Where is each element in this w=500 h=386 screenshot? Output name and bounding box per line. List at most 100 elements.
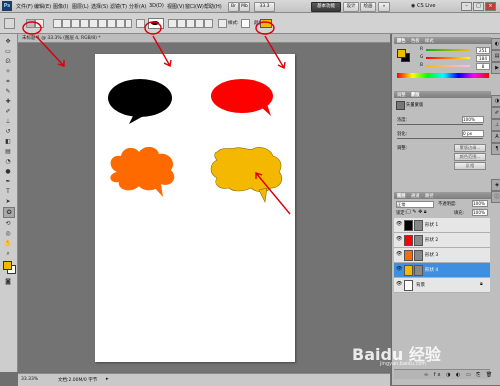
dock-icon-3d[interactable]: ◈ <box>491 179 500 191</box>
color-panel-fg-swatch[interactable] <box>397 49 406 58</box>
menu-view[interactable]: 视图(V) <box>167 3 184 10</box>
clone-stamp-icon[interactable]: ⊥ <box>3 117 13 126</box>
tab-swatches[interactable]: 色板 <box>411 38 420 44</box>
channel-g-value[interactable]: 184 <box>476 55 490 62</box>
workspace-more-button[interactable]: » <box>378 2 390 12</box>
black-speech-bubble[interactable] <box>108 79 172 124</box>
line-tool-button[interactable] <box>107 19 116 28</box>
layer-row[interactable]: 👁︎ 形状 2 <box>394 233 490 248</box>
polygon-tool-button[interactable] <box>98 19 107 28</box>
dock-icon-brush[interactable]: ✐ <box>491 107 500 119</box>
dock-icon-paragraph[interactable]: ¶ <box>491 143 500 155</box>
quick-mask-icon[interactable]: ◙ <box>3 277 13 286</box>
blend-mode-select[interactable]: 正常 <box>396 201 434 208</box>
dock-icon-clone[interactable]: ⊥ <box>491 119 500 131</box>
eraser-tool-icon[interactable]: ◧ <box>3 137 13 146</box>
tab-adjustments[interactable]: 调整 <box>397 92 406 98</box>
layer-row[interactable]: 👁︎ 背景 🔒︎ <box>394 278 490 293</box>
menu-select[interactable]: 选择(S) <box>91 3 108 10</box>
shape-layers-button[interactable] <box>26 19 35 28</box>
minimize-button[interactable]: – <box>461 2 472 11</box>
link-layer-style-button[interactable] <box>218 19 227 28</box>
eye-icon[interactable]: 👁︎ <box>396 252 402 257</box>
eye-icon[interactable]: 👁︎ <box>396 222 402 227</box>
tool-preset-picker[interactable] <box>4 18 15 29</box>
tab-layers[interactable]: 图层 <box>397 193 406 199</box>
move-tool-icon[interactable]: ✥ <box>3 37 13 46</box>
intersect-shape-button[interactable] <box>195 19 204 28</box>
channel-r-value[interactable]: 251 <box>476 47 490 54</box>
feather-value[interactable]: 0 px <box>462 130 484 137</box>
menu-filter[interactable]: 滤镜(T) <box>110 3 127 10</box>
dodge-tool-icon[interactable]: ● <box>3 167 13 176</box>
exclude-shape-button[interactable] <box>204 19 213 28</box>
style-picker[interactable] <box>241 19 250 28</box>
subtract-shape-button[interactable] <box>186 19 195 28</box>
tab-masks[interactable]: 蒙版 <box>411 92 420 98</box>
paths-button[interactable] <box>35 19 44 28</box>
document-canvas[interactable] <box>95 54 295 362</box>
eyedropper-tool-icon[interactable]: ✎ <box>3 87 13 96</box>
crop-tool-icon[interactable]: ⌗ <box>3 77 13 86</box>
menu-layer[interactable]: 图层(L) <box>72 3 89 10</box>
freeform-pen-button[interactable] <box>62 19 71 28</box>
cs-live-button[interactable]: ◉ CS Live <box>411 3 435 9</box>
channel-b-slider[interactable] <box>426 65 470 67</box>
layer-actions-icons[interactable]: ∞ fx ◑ ◐ ▭ ⎘ 🗑︎ <box>424 372 494 378</box>
channel-r-slider[interactable] <box>426 49 470 51</box>
type-tool-icon[interactable]: T <box>3 187 13 196</box>
new-layer-mode-button[interactable] <box>168 19 177 28</box>
menu-analysis[interactable]: 分析(A) <box>129 3 146 10</box>
geometry-options-dropdown[interactable] <box>125 19 132 28</box>
lasso-tool-icon[interactable]: ᘏ <box>3 57 13 66</box>
density-value[interactable]: 100% <box>462 116 484 123</box>
3d-orbit-icon[interactable]: ◎ <box>3 229 13 238</box>
maximize-button[interactable]: □ <box>473 2 484 11</box>
menu-3d[interactable]: 3D(D) <box>149 3 164 9</box>
dock-icon-adjust[interactable]: ◑ <box>491 95 500 107</box>
minibridge-button[interactable]: Mb <box>239 2 250 12</box>
shape-picker[interactable] <box>148 18 164 29</box>
rectangle-tool-button[interactable] <box>71 19 80 28</box>
layer-row[interactable]: 👁︎ 形状 3 <box>394 248 490 263</box>
status-menu-arrow-icon[interactable]: ▸ <box>106 376 109 382</box>
foreground-color-swatch[interactable] <box>3 261 12 270</box>
invert-button[interactable]: 反相 <box>454 162 486 170</box>
gradient-tool-icon[interactable]: ▤ <box>3 147 13 156</box>
menu-file[interactable]: 文件(F) <box>16 3 33 10</box>
pen-tool-button[interactable] <box>53 19 62 28</box>
feather-slider[interactable] <box>397 138 483 139</box>
shape-color-swatch[interactable] <box>260 19 272 28</box>
red-speech-bubble[interactable] <box>211 79 273 116</box>
marquee-tool-icon[interactable]: ▭ <box>3 47 13 56</box>
color-spectrum-bar[interactable] <box>397 73 489 78</box>
brush-tool-icon[interactable]: ✐ <box>3 107 13 116</box>
density-slider[interactable] <box>397 124 483 125</box>
yellow-cloud-bubble[interactable] <box>210 147 283 203</box>
tab-color[interactable]: 颜色 <box>397 38 406 44</box>
opacity-value[interactable]: 100% <box>472 200 488 207</box>
menu-help[interactable]: 帮助(H) <box>204 3 222 10</box>
pen-tool-icon[interactable]: ✒ <box>3 177 13 186</box>
custom-shape-tool-icon[interactable]: ✪ <box>3 207 15 218</box>
tab-channels[interactable]: 通道 <box>411 193 420 199</box>
orange-cloud-bubble[interactable] <box>110 146 175 197</box>
dock-icon-color[interactable]: ◐ <box>491 38 500 50</box>
eye-icon[interactable]: 👁︎ <box>396 237 402 242</box>
healing-brush-icon[interactable]: ✚ <box>3 97 13 106</box>
path-selection-icon[interactable]: ➤ <box>3 197 13 206</box>
rounded-rect-tool-button[interactable] <box>80 19 89 28</box>
status-zoom[interactable]: 33.33% <box>21 377 38 382</box>
channel-g-slider[interactable] <box>426 57 470 59</box>
menu-edit[interactable]: 编辑(E) <box>34 3 51 10</box>
dock-icon-info[interactable]: ⓘ <box>491 191 500 203</box>
zoom-level-combo[interactable]: 33.3 <box>254 2 275 12</box>
custom-shape-tool-button[interactable] <box>116 19 125 28</box>
tab-paths[interactable]: 路径 <box>425 193 434 199</box>
ellipse-tool-button[interactable] <box>89 19 98 28</box>
workspace-essentials-button[interactable]: 基本功能 <box>311 2 341 12</box>
close-button[interactable]: × <box>485 2 496 11</box>
3d-rotate-icon[interactable]: ⟲ <box>3 219 13 228</box>
mask-edge-button[interactable]: 蒙版边缘... <box>454 144 486 152</box>
hand-tool-icon[interactable]: ✋ <box>3 239 13 248</box>
